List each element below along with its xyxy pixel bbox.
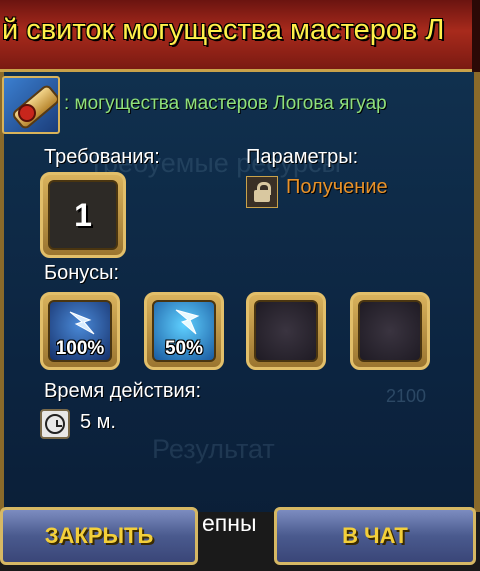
panel-frame-left [0, 72, 4, 512]
clock-icon [40, 409, 70, 439]
clock-face [45, 414, 65, 434]
bonus-percent: 100% [55, 338, 105, 359]
empty-slot-icon [254, 300, 318, 362]
bonus-slot-inner: 100% [48, 300, 112, 362]
lock-body [254, 190, 270, 202]
bonus-percent: 50% [164, 338, 204, 359]
empty-slot-icon [358, 300, 422, 362]
scroll-seal [18, 104, 36, 122]
lightning-icon [175, 309, 200, 335]
requirement-level-inner: 1 [48, 180, 118, 250]
bonus-slot-3[interactable] [246, 292, 326, 370]
parameter-value: Получение [286, 176, 388, 198]
close-button[interactable]: ЗАКРЫТЬ [0, 507, 198, 565]
requirement-level-value: 1 [74, 196, 92, 233]
background-ghost-number: 2100 [386, 386, 427, 406]
window-title: й свиток могущества мастеров Л [2, 14, 445, 46]
lightning-icon [69, 311, 95, 335]
title-bar-edge [472, 0, 480, 72]
panel-frame-right [474, 72, 480, 512]
requirement-level-slot: 1 [40, 172, 126, 258]
scroll-icon [2, 76, 60, 134]
send-to-chat-button[interactable]: В ЧАТ [274, 507, 476, 565]
bonus-slot-4[interactable] [350, 292, 430, 370]
bonus-slot-2[interactable]: 50% [144, 292, 224, 370]
duration-label: Время действия: [44, 380, 202, 402]
lock-icon [246, 176, 278, 208]
duration-value: 5 м. [80, 411, 116, 433]
bonuses-label: Бонусы: [44, 262, 119, 284]
footer-middle-text: епны [202, 510, 257, 536]
scroll-roll [10, 83, 58, 131]
parameters-label: Параметры: [246, 146, 359, 168]
bonus-slot-1[interactable]: 100% [40, 292, 120, 370]
requirements-label: Требования: [44, 146, 160, 168]
clock-hand-minute [56, 425, 62, 427]
item-name: : могущества мастеров Логова ягуар [64, 93, 387, 114]
bonus-slot-inner: 50% [152, 300, 216, 362]
background-ghost-text: Результат [152, 434, 275, 464]
